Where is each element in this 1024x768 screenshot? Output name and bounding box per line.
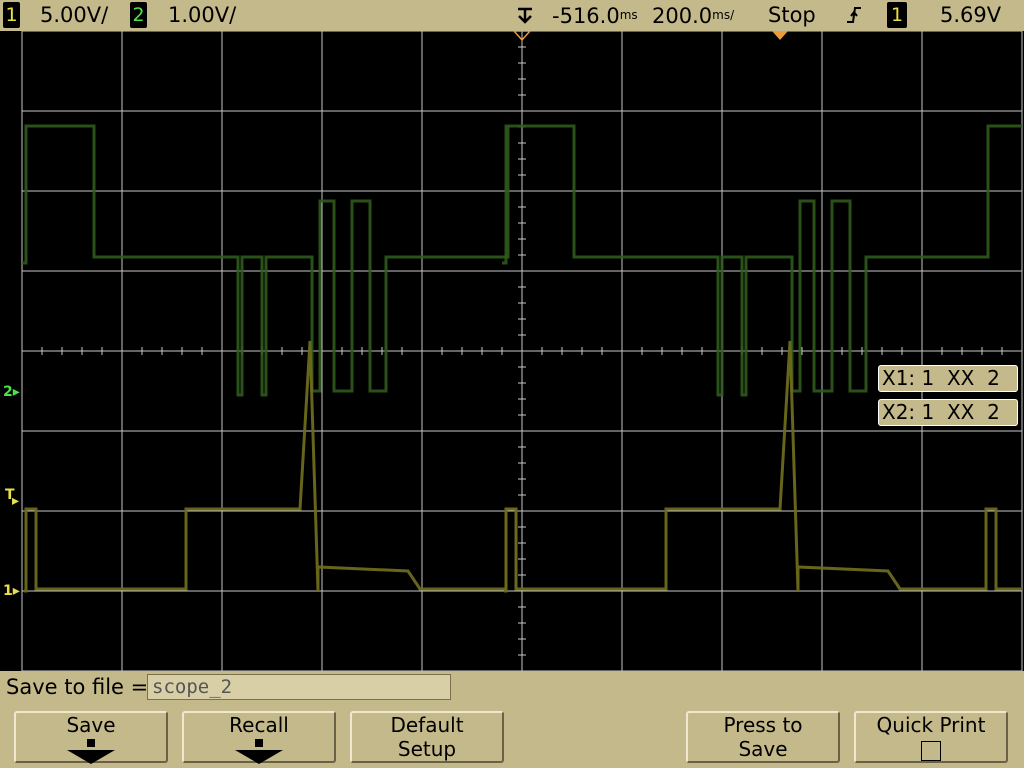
status-bar: 1 5.00V/ 2 1.00V/ -516.0ms 200.0ms/ Stop… bbox=[0, 0, 1024, 31]
save-softkey[interactable]: Save bbox=[14, 711, 168, 764]
channel-1-ground-marker[interactable]: 1▸ bbox=[3, 584, 20, 598]
quick-print-label: Quick Print bbox=[876, 713, 986, 737]
down-arrow-head-icon bbox=[235, 750, 283, 764]
save-to-file-label: Save to file = bbox=[6, 675, 149, 699]
save-softkey-label: Save bbox=[66, 713, 116, 737]
press-to-save-softkey[interactable]: Press to Save bbox=[686, 711, 840, 763]
filename-field[interactable]: scope_2 bbox=[147, 674, 451, 700]
trigger-edge-icon bbox=[845, 4, 863, 32]
trigger-source[interactable]: 1 bbox=[887, 2, 907, 28]
down-arrow-icon bbox=[255, 739, 263, 747]
channel-2-trace bbox=[22, 124, 510, 397]
delay-readout: -516.0ms bbox=[552, 4, 638, 28]
default-setup-label-1: Default bbox=[390, 713, 464, 737]
channel-1-trace bbox=[24, 340, 518, 593]
recall-softkey-label: Recall bbox=[229, 713, 289, 737]
channel-1-scale: 5.00V/ bbox=[40, 3, 109, 27]
cursor-x2-readout: X2: 1 XX 2 bbox=[878, 399, 1018, 426]
trigger-arrow-icon: ▸ bbox=[12, 493, 20, 509]
trigger-level: 5.69V bbox=[940, 3, 1002, 27]
save-bar: Save to file = scope_2 bbox=[0, 671, 1024, 706]
press-to-save-label-2: Save bbox=[738, 737, 788, 761]
cursor-x1-readout: X1: 1 XX 2 bbox=[878, 365, 1018, 392]
run-state: Stop bbox=[768, 3, 816, 27]
down-arrow-head-icon bbox=[67, 750, 115, 764]
quick-print-softkey[interactable]: Quick Print bbox=[854, 711, 1008, 763]
delay-icon bbox=[514, 4, 536, 32]
timebase-readout: 200.0ms/ bbox=[652, 4, 735, 28]
channel-1-indicator[interactable]: 1 bbox=[3, 2, 20, 28]
press-to-save-label-1: Press to bbox=[723, 713, 803, 737]
quick-print-checkbox-icon bbox=[921, 741, 941, 761]
down-arrow-icon bbox=[87, 739, 95, 747]
channel-2-scale: 1.00V/ bbox=[168, 3, 237, 27]
default-setup-label-2: Setup bbox=[397, 737, 457, 761]
trigger-position-marker-icon bbox=[772, 31, 788, 40]
default-setup-softkey[interactable]: Default Setup bbox=[350, 711, 504, 763]
channel-2-indicator[interactable]: 2 bbox=[130, 2, 147, 28]
waveform-graticule bbox=[21, 31, 1023, 671]
waveform-display[interactable]: 2▸ T ▸ 1▸ X1: 1 XX 2 X2: 1 XX 2 bbox=[0, 31, 1024, 671]
channel-2-ground-marker[interactable]: 2▸ bbox=[3, 385, 20, 399]
recall-softkey[interactable]: Recall bbox=[182, 711, 336, 764]
